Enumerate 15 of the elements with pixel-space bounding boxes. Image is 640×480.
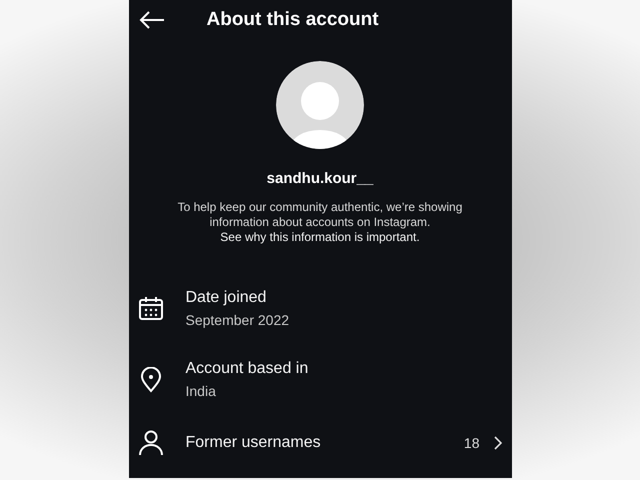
calendar-icon <box>138 296 164 322</box>
row-label: Account based in <box>186 360 310 378</box>
username: sandhu.kour__ <box>266 170 374 187</box>
former-usernames-row[interactable]: Former usernames 18 <box>128 407 512 478</box>
info-link[interactable]: See why this information is important. <box>220 230 420 245</box>
info-text: To help keep our community authentic, we’re showing information about accounts on Instagram. <box>176 200 464 230</box>
row-value: India <box>186 383 217 399</box>
row-label: Date joined <box>186 289 268 307</box>
count: 18 <box>464 434 480 450</box>
row-value: September 2022 <box>186 312 290 328</box>
row-label: Former usernames <box>186 434 322 452</box>
chevron-right-icon <box>494 436 502 450</box>
screen-title: About this account <box>206 8 379 30</box>
avatar-icon <box>276 61 364 149</box>
person-icon <box>138 430 164 456</box>
